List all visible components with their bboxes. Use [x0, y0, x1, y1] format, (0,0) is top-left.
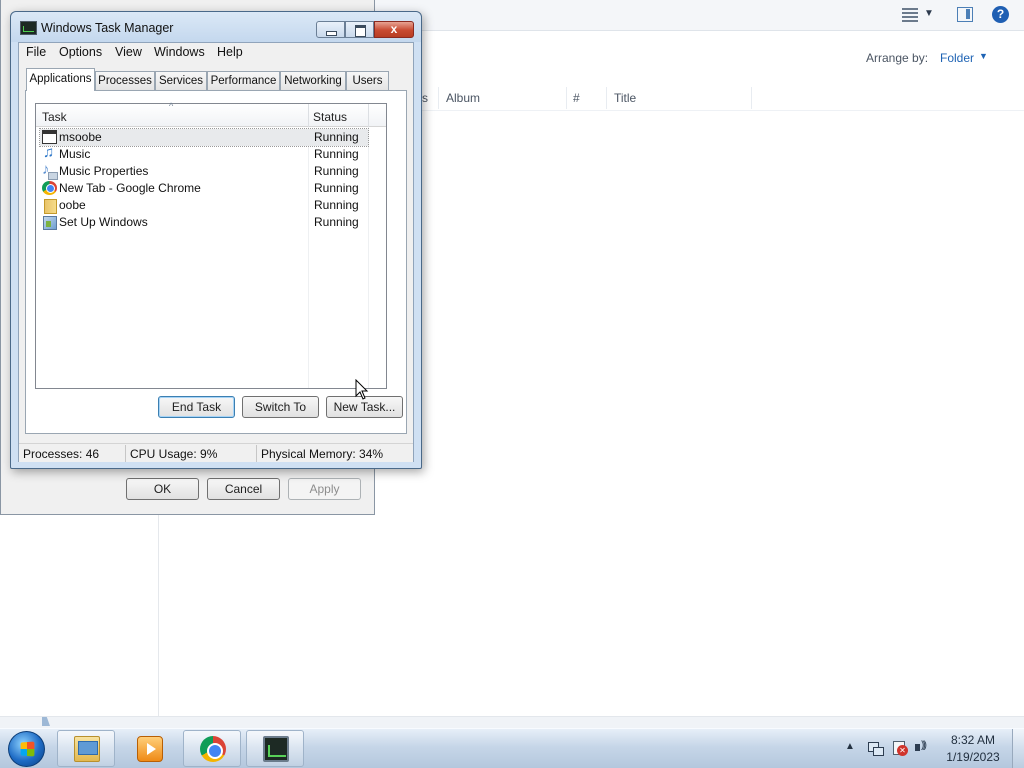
- task-name: msoobe: [59, 130, 102, 144]
- task-row-msoobe[interactable]: msoobe Running: [39, 128, 369, 147]
- task-status: Running: [314, 181, 359, 195]
- tab-networking[interactable]: Networking: [280, 71, 346, 90]
- close-button[interactable]: x: [374, 21, 414, 38]
- task-status: Running: [314, 164, 359, 178]
- physical-memory: Physical Memory: 34%: [261, 447, 384, 461]
- task-row-set-up-windows[interactable]: Set Up Windows Running: [40, 214, 368, 231]
- chrome-icon: [200, 736, 226, 762]
- cancel-button[interactable]: Cancel: [207, 478, 280, 500]
- network-icon[interactable]: [867, 740, 884, 756]
- preview-pane-icon[interactable]: [957, 7, 973, 22]
- status-separator: [256, 445, 257, 462]
- column-separator[interactable]: [751, 87, 752, 109]
- column-status[interactable]: Status: [313, 110, 347, 124]
- help-icon[interactable]: ?: [992, 6, 1009, 23]
- arrange-by-label: Arrange by:: [866, 51, 929, 65]
- minimize-button[interactable]: [316, 21, 345, 38]
- taskbar-google-chrome[interactable]: [183, 730, 241, 767]
- status-separator: [125, 445, 126, 462]
- details-pane: [0, 717, 1024, 728]
- status-bar: Processes: 46 CPU Usage: 9% Physical Mem…: [19, 443, 413, 462]
- apply-button[interactable]: Apply: [288, 478, 361, 500]
- menu-file[interactable]: File: [26, 45, 46, 59]
- task-row-music-properties[interactable]: Music Properties Running: [40, 161, 368, 180]
- tab-performance[interactable]: Performance: [207, 71, 280, 90]
- view-options-arrow-icon[interactable]: ▼: [924, 8, 934, 19]
- volume-icon[interactable]: [914, 740, 930, 756]
- task-manager-app-icon[interactable]: [20, 21, 37, 35]
- task-row-oobe[interactable]: oobe Running: [40, 197, 368, 214]
- windows-explorer-icon: [74, 736, 100, 762]
- applications-task-list[interactable]: ^ Task Status msoobe Running Music Runni…: [35, 101, 387, 389]
- navigation-pane-divider[interactable]: [158, 512, 159, 717]
- menu-windows[interactable]: Windows: [154, 45, 205, 59]
- music-note-icon: [42, 144, 57, 161]
- column-separator[interactable]: [438, 87, 439, 109]
- show-hidden-icons-button[interactable]: ▲: [845, 741, 855, 752]
- change-view-icon[interactable]: [902, 8, 918, 22]
- task-status: Running: [314, 130, 359, 144]
- column-task[interactable]: Task: [42, 110, 67, 124]
- column-partial[interactable]: s: [422, 91, 428, 105]
- menu-bar: File Options View Windows Help: [19, 43, 413, 63]
- taskbar-media-player[interactable]: [120, 730, 178, 767]
- task-name: oobe: [59, 198, 86, 212]
- clock-date[interactable]: 1/19/2023: [944, 750, 1002, 764]
- action-center-flag-icon[interactable]: [891, 740, 908, 756]
- end-task-button[interactable]: End Task: [158, 396, 235, 418]
- task-manager-icon: [263, 736, 289, 762]
- menu-view[interactable]: View: [115, 45, 142, 59]
- menu-options[interactable]: Options: [59, 45, 102, 59]
- task-list-header: ^ Task Status: [36, 101, 386, 127]
- ok-button[interactable]: OK: [126, 478, 199, 500]
- task-status: Running: [314, 147, 359, 161]
- window-title: Windows Task Manager: [41, 21, 174, 35]
- task-status: Running: [314, 198, 359, 212]
- task-row-music[interactable]: Music Running: [40, 144, 368, 163]
- folder-icon: [42, 198, 57, 214]
- column-separator[interactable]: [606, 87, 607, 109]
- column-separator[interactable]: [368, 104, 369, 127]
- mouse-pointer-icon: [355, 379, 369, 400]
- taskbar-windows-explorer[interactable]: [57, 730, 115, 767]
- column-separator[interactable]: [566, 87, 567, 109]
- task-name: Music Properties: [59, 164, 149, 178]
- maximize-button[interactable]: [345, 21, 374, 38]
- arrange-by-chevron-icon[interactable]: ▼: [979, 51, 988, 61]
- window-icon: [42, 130, 57, 144]
- task-manager-titlebar[interactable]: Windows Task Manager x: [11, 12, 421, 42]
- music-properties-icon: [42, 161, 58, 180]
- task-name: New Tab - Google Chrome: [59, 181, 201, 195]
- show-desktop-button[interactable]: [1012, 729, 1024, 768]
- clock-time[interactable]: 8:32 AM: [944, 733, 1002, 747]
- media-player-icon: [137, 736, 163, 762]
- task-row-chrome[interactable]: New Tab - Google Chrome Running: [40, 180, 368, 197]
- sort-ascending-icon: ^: [169, 101, 174, 111]
- column-title[interactable]: Title: [614, 91, 636, 105]
- task-name: Set Up Windows: [59, 215, 148, 229]
- processes-count: Processes: 46: [23, 447, 100, 461]
- taskbar-task-manager[interactable]: [246, 730, 304, 767]
- tab-processes[interactable]: Processes: [95, 71, 155, 90]
- menu-help[interactable]: Help: [217, 45, 243, 59]
- cpu-usage: CPU Usage: 9%: [130, 447, 218, 461]
- switch-to-button[interactable]: Switch To: [242, 396, 319, 418]
- column-divider: [368, 127, 369, 388]
- tab-services[interactable]: Services: [155, 71, 207, 90]
- details-item-icon: [42, 717, 50, 726]
- column-separator[interactable]: [308, 104, 309, 127]
- chrome-icon: [42, 181, 57, 195]
- column-album[interactable]: Album: [446, 91, 480, 105]
- column-number[interactable]: #: [573, 91, 580, 105]
- tab-applications[interactable]: Applications: [26, 68, 95, 91]
- arrange-by-dropdown[interactable]: Folder: [940, 51, 974, 65]
- tab-users[interactable]: Users: [346, 71, 389, 90]
- start-button[interactable]: [8, 731, 45, 767]
- setup-icon: [42, 215, 57, 230]
- task-name: Music: [59, 147, 91, 161]
- task-status: Running: [314, 215, 359, 229]
